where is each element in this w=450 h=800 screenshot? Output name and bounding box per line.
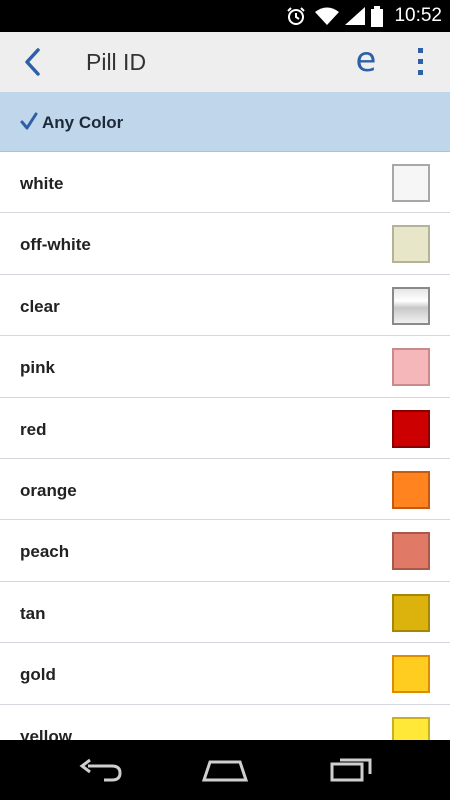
color-swatch — [392, 593, 430, 632]
color-row-gold[interactable]: gold — [0, 643, 450, 705]
color-swatch — [392, 286, 430, 325]
color-name: red — [20, 419, 47, 439]
nav-recents-button[interactable] — [328, 754, 374, 789]
color-row-pink[interactable]: pink — [0, 336, 450, 398]
app-bar: Pill ID e — [0, 32, 450, 92]
color-name: pink — [20, 358, 55, 378]
color-row-orange[interactable]: orange — [0, 458, 450, 521]
nav-home-button[interactable] — [200, 754, 250, 789]
wifi-icon — [315, 7, 339, 25]
system-nav-bar — [0, 740, 450, 800]
more-vertical-icon — [408, 48, 432, 75]
recents-nav-icon — [330, 758, 372, 782]
overflow-menu-button[interactable] — [408, 48, 432, 78]
color-swatch — [392, 225, 430, 264]
color-name: white — [20, 174, 64, 193]
checkmark-icon — [20, 112, 38, 130]
e-logo-button[interactable]: e — [350, 40, 382, 80]
color-list: white off-white clear pink red orange pe… — [0, 152, 450, 766]
back-button[interactable] — [18, 46, 50, 78]
color-row-red[interactable]: red — [0, 397, 450, 459]
battery-icon — [371, 6, 383, 27]
page-title: Pill ID — [86, 49, 147, 75]
color-name: orange — [20, 480, 77, 500]
color-swatch — [392, 470, 430, 509]
color-row-off-white[interactable]: off-white — [0, 213, 450, 275]
back-nav-icon — [79, 758, 122, 782]
color-name: tan — [20, 603, 46, 623]
chevron-left-icon — [25, 48, 40, 76]
color-swatch — [392, 532, 430, 571]
home-nav-icon — [201, 760, 249, 782]
color-row-clear[interactable]: clear — [0, 274, 450, 337]
any-color-option[interactable]: Any Color — [0, 92, 450, 152]
any-color-label: Any Color — [42, 113, 124, 132]
e-logo-icon: e — [355, 40, 377, 80]
signal-icon — [345, 7, 365, 25]
color-swatch — [392, 655, 430, 694]
color-row-peach[interactable]: peach — [0, 520, 450, 582]
color-swatch — [392, 409, 430, 448]
alarm-icon — [287, 7, 305, 25]
color-name: gold — [20, 665, 56, 685]
nav-back-button[interactable] — [78, 754, 124, 789]
color-swatch — [392, 164, 430, 202]
color-swatch — [392, 348, 430, 387]
status-bar: 10:52 — [0, 0, 450, 32]
status-time: 10:52 — [394, 5, 442, 26]
color-name: off-white — [20, 235, 91, 255]
color-name: clear — [20, 296, 60, 316]
color-row-tan[interactable]: tan — [0, 581, 450, 644]
color-row-white[interactable]: white — [0, 152, 450, 214]
color-name: peach — [20, 542, 70, 562]
